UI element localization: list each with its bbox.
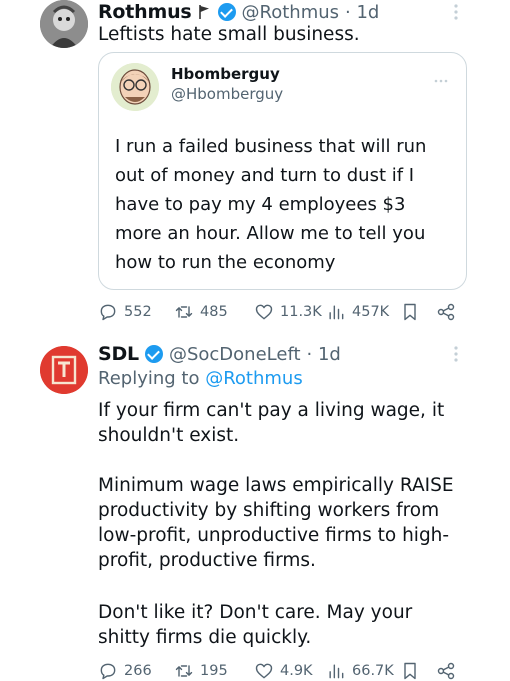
tweet1-handle[interactable]: @Rothmus — [242, 2, 340, 23]
heart-icon — [255, 663, 273, 679]
reply-icon — [100, 663, 116, 680]
tweet2-like-count: 4.9K — [280, 663, 313, 679]
tweet2-time[interactable]: · 1d — [307, 344, 341, 365]
sdl-avatar[interactable] — [40, 346, 88, 394]
reply-icon — [100, 304, 116, 321]
tweet1-time[interactable]: · 1d — [345, 2, 379, 23]
quote-text: I run a failed business that will run ou… — [115, 136, 427, 273]
tweet1-views-count: 457K — [352, 304, 390, 320]
tweet1-views-button[interactable]: 457K — [326, 302, 389, 322]
tweet1-author-name[interactable]: Rothmus — [98, 1, 192, 23]
tweet1-text: Leftists hate small business. — [98, 24, 360, 45]
replying-to-line: Replying to @Rothmus — [98, 368, 303, 389]
tweet2-retweet-button[interactable]: 195 — [174, 661, 228, 681]
tweet1-reply-button[interactable]: 552 — [98, 302, 152, 322]
hbomberguy-avatar — [111, 63, 159, 111]
tweet1-retweet-button[interactable]: 485 — [174, 302, 228, 322]
replying-to-prefix: Replying to — [98, 368, 200, 389]
tweet1-retweet-count: 485 — [200, 304, 228, 320]
bookmark-icon — [404, 303, 416, 321]
tweet2-reply-button[interactable]: 266 — [98, 661, 152, 681]
tweet2-views-count: 66.7K — [352, 663, 394, 679]
views-icon — [329, 664, 344, 679]
share-icon — [437, 662, 455, 680]
tweet2-author-name[interactable]: SDL — [98, 343, 139, 365]
tweet2-views-button[interactable]: 66.7K — [326, 661, 394, 681]
retweet-icon — [175, 306, 193, 318]
retweet-icon — [175, 665, 193, 677]
verified-badge-icon — [217, 3, 236, 21]
tweet2-like-button[interactable]: 4.9K — [254, 661, 313, 681]
verified-badge-icon — [144, 345, 163, 363]
tweet1-more-icon[interactable] — [452, 2, 460, 22]
tweet2-more-icon[interactable] — [452, 344, 460, 364]
flag-icon — [198, 4, 212, 20]
tweet1-like-count: 11.3K — [280, 304, 322, 320]
tweet2-paragraph-3: Don't like it? Don't care. May your shit… — [98, 602, 413, 648]
share-icon — [437, 303, 455, 321]
tweet2-paragraph-2: Minimum wage laws empirically RAISE prod… — [98, 475, 454, 571]
tweet1-header: Rothmus @Rothmus · 1d — [98, 0, 379, 24]
quote-tweet[interactable]: Hbomberguy @Hbomberguy I run a failed bu… — [98, 52, 467, 290]
tweet2-share-button[interactable] — [436, 661, 456, 681]
tweet1-share-button[interactable] — [436, 302, 456, 322]
tweet1-reply-count: 552 — [124, 304, 152, 320]
replying-to-link[interactable]: @Rothmus — [205, 368, 303, 389]
tweet2-handle[interactable]: @SocDoneLeft — [169, 344, 301, 365]
tweet2-bookmark-button[interactable] — [400, 661, 420, 681]
bookmark-icon — [404, 662, 416, 680]
heart-icon — [255, 304, 273, 320]
tweet2-paragraph-1: If your firm can't pay a living wage, it… — [98, 400, 445, 446]
tweet1-bookmark-button[interactable] — [400, 302, 420, 322]
quote-handle: @Hbomberguy — [171, 85, 284, 103]
quote-author-name: Hbomberguy — [171, 65, 280, 83]
tweet2-header: SDL @SocDoneLeft · 1d — [98, 342, 341, 366]
rothmus-avatar[interactable] — [40, 0, 88, 48]
tweet2-reply-count: 266 — [124, 663, 152, 679]
tweet1-like-button[interactable]: 11.3K — [254, 302, 322, 322]
quote-more-icon — [433, 69, 449, 83]
tweet2-retweet-count: 195 — [200, 663, 228, 679]
views-icon — [329, 305, 344, 320]
